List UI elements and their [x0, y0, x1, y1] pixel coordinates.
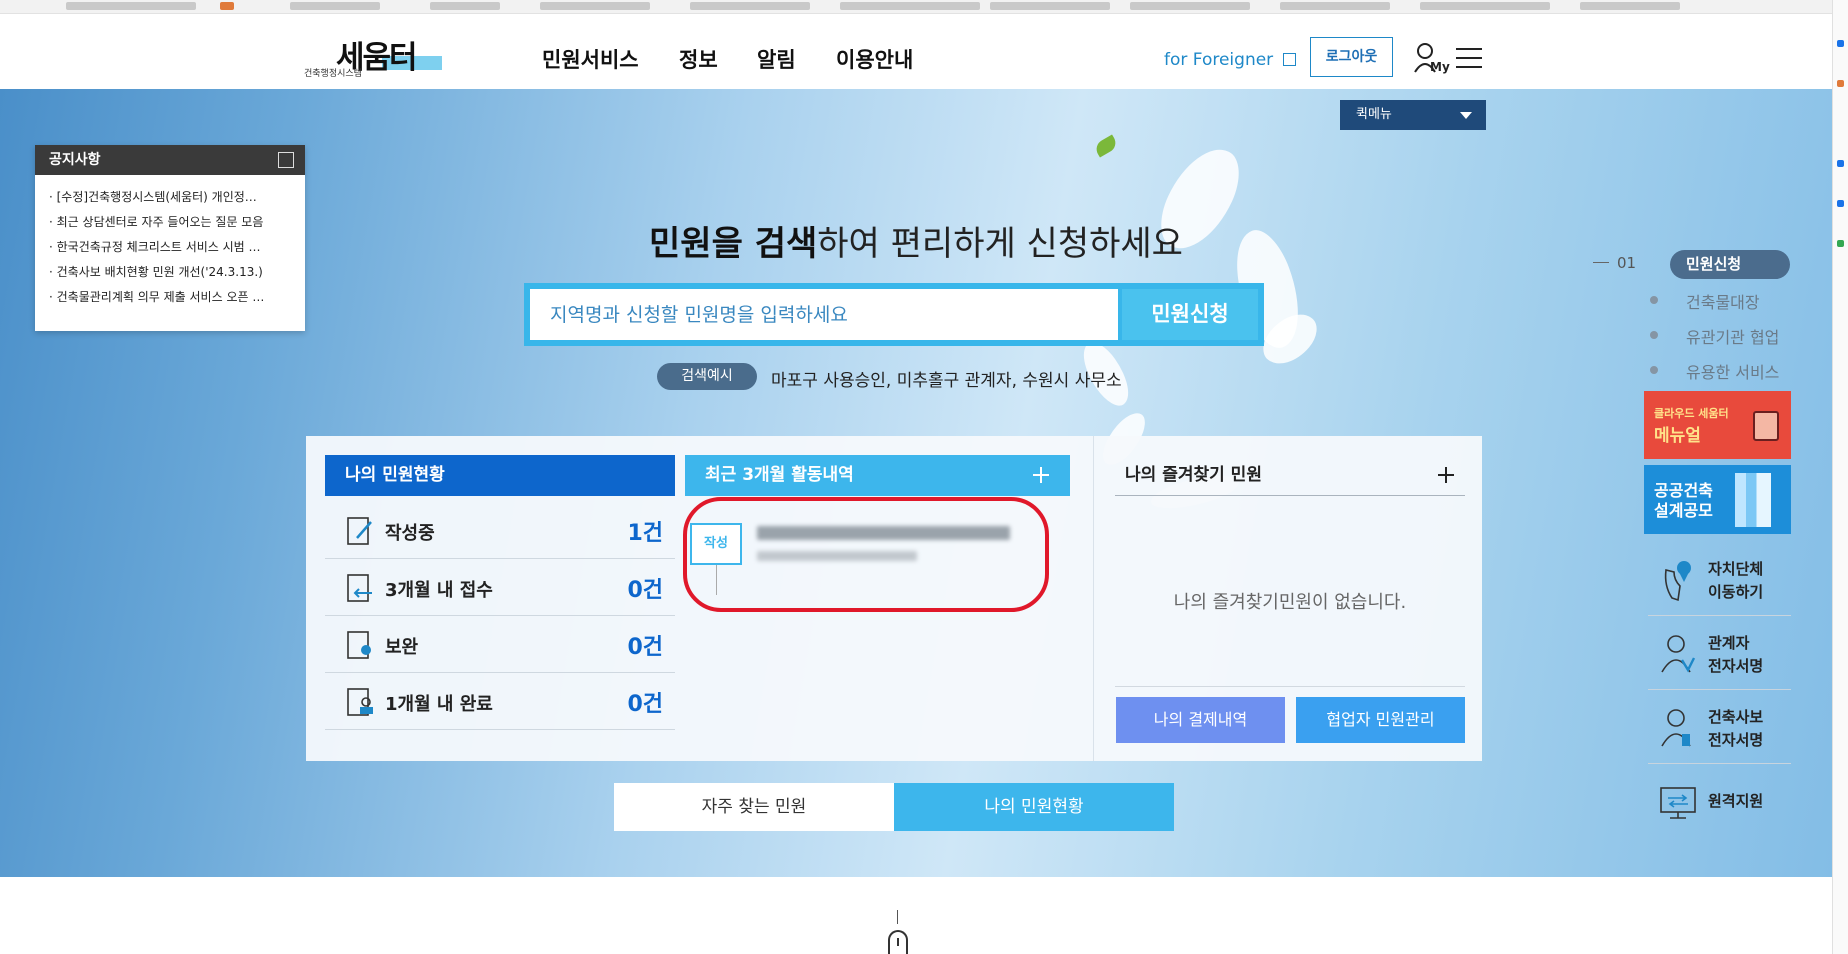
stat-value: 0건 [627, 635, 663, 660]
open-notice-icon[interactable] [278, 152, 294, 168]
stat-row-drafting[interactable]: 작성중 1건 [325, 502, 675, 559]
local-gov-link[interactable]: 자치단체이동하기 [1648, 544, 1791, 616]
cloud-manual-banner[interactable]: 클라우드 세움터 메뉴얼 [1644, 391, 1791, 459]
search-example-badge: 검색예시 [657, 363, 757, 390]
inbox-document-icon [347, 574, 372, 602]
for-foreigner-label: for Foreigner [1164, 50, 1274, 70]
search-input[interactable] [530, 289, 1118, 340]
notice-title: 공지사항 [49, 152, 101, 168]
link-line1: 건축사보 [1708, 708, 1764, 726]
recent-activity-title: 최근 3개월 활동내역 [685, 455, 1070, 496]
headline-bold: 민원을 검색 [649, 224, 818, 264]
external-link-icon [1282, 53, 1296, 66]
tab-frequent-services[interactable]: 자주 찾는 민원 [614, 783, 894, 831]
side-nav-number: 01 [1592, 254, 1637, 272]
site-header: 세움터 건축행정시스템 민원서비스 정보 알림 이용안내 for Foreign… [0, 14, 1832, 89]
browser-side-panel [1832, 0, 1848, 954]
scroll-down-icon[interactable] [888, 930, 908, 954]
building-icon [1735, 473, 1771, 527]
scroll-guide-line [897, 910, 898, 924]
stat-label: 작성중 [385, 523, 435, 544]
site-logo[interactable]: 세움터 건축행정시스템 [304, 32, 444, 82]
favorites-title: 나의 즐겨찾기 민원 [1115, 455, 1465, 496]
partner-management-button[interactable]: 협업자 민원관리 [1296, 697, 1465, 743]
public-design-banner[interactable]: 공공건축 설계공모 [1644, 465, 1791, 534]
tab-my-status[interactable]: 나의 민원현황 [894, 783, 1174, 831]
plus-icon[interactable] [1438, 467, 1454, 483]
search-example-text: 마포구 사용승인, 미추홀구 관계자, 수원시 사무소 [771, 371, 1122, 391]
link-line1: 원격지원 [1708, 792, 1764, 810]
architect-assistant-sign-link[interactable]: 건축사보전자서명 [1648, 692, 1791, 764]
nav-info[interactable]: 정보 [679, 44, 718, 74]
highlight-annotation [683, 497, 1049, 612]
my-label: My [1430, 60, 1450, 74]
my-status-title: 나의 민원현황 [325, 455, 675, 496]
stat-label: 1개월 내 완료 [385, 694, 493, 715]
stat-value: 0건 [627, 692, 663, 717]
bookmarks-bar [0, 0, 1848, 14]
my-page-icon[interactable]: My [1414, 42, 1450, 74]
map-pin-icon [1664, 561, 1691, 602]
recent-activity-label: 최근 3개월 활동내역 [705, 465, 854, 485]
stat-row-completed[interactable]: 1개월 내 완료 0건 [325, 673, 675, 730]
hamburger-menu-icon[interactable] [1456, 48, 1482, 68]
side-nav-item[interactable]: 유관기관 협업 [1649, 324, 1779, 348]
stat-value: 0건 [627, 578, 663, 603]
nav-civil-service[interactable]: 민원서비스 [542, 44, 639, 74]
link-line2: 이동하기 [1708, 583, 1764, 601]
remote-support-link[interactable]: 원격지원 [1648, 766, 1791, 838]
notice-header: 공지사항 [35, 145, 305, 175]
search-submit-button[interactable]: 민원신청 [1122, 289, 1258, 340]
quick-menu-dropdown[interactable]: 퀵메뉴 [1340, 100, 1486, 130]
favorites-label: 나의 즐겨찾기 민원 [1125, 465, 1262, 485]
monitor-icon [1660, 787, 1696, 819]
caret-down-icon [1460, 112, 1472, 119]
side-nav-item[interactable]: 유용한 서비스 [1649, 359, 1779, 383]
user-badge-icon [1661, 709, 1691, 747]
below-hero [0, 877, 1832, 954]
stat-row-received[interactable]: 3개월 내 접수 0건 [325, 559, 675, 616]
link-line2: 전자서명 [1708, 657, 1764, 675]
stakeholder-sign-link[interactable]: 관계자전자서명 [1648, 618, 1791, 690]
favorites-empty-message: 나의 즐겨찾기민원이 없습니다. [1173, 592, 1407, 613]
search-box: 민원신청 [524, 283, 1264, 346]
edit-document-icon [347, 517, 372, 545]
search-document-icon [347, 631, 371, 659]
side-nav-active[interactable]: 민원신청 [1670, 250, 1790, 279]
stamp-document-icon [347, 688, 373, 716]
link-line1: 자치단체 [1708, 560, 1764, 578]
notice-item[interactable]: · 건축물관리계획 의무 제출 서비스 오픈 … [49, 285, 295, 310]
logo-subtitle: 건축행정시스템 [304, 69, 362, 79]
plus-icon[interactable] [1033, 467, 1049, 483]
my-payment-button[interactable]: 나의 결제내역 [1116, 697, 1285, 743]
link-line2: 전자서명 [1708, 731, 1764, 749]
quick-menu-label: 퀵메뉴 [1356, 107, 1392, 122]
stat-label: 3개월 내 접수 [385, 580, 493, 601]
headline-rest: 하여 편리하게 신청하세요 [817, 224, 1183, 264]
user-sign-icon [1661, 635, 1696, 673]
stat-label: 보완 [385, 637, 419, 658]
nav-guide[interactable]: 이용안내 [836, 44, 913, 74]
side-nav-item[interactable]: 건축물대장 [1650, 289, 1760, 313]
logout-button[interactable]: 로그아웃 [1310, 37, 1393, 77]
hero-headline: 민원을 검색하여 편리하게 신청하세요 [0, 216, 1832, 265]
for-foreigner-link[interactable]: for Foreigner [1164, 50, 1296, 70]
link-line1: 관계자 [1708, 634, 1750, 652]
favorites-divider [1115, 686, 1465, 687]
stat-row-supplement[interactable]: 보완 0건 [325, 616, 675, 673]
nav-notice[interactable]: 알림 [757, 44, 796, 74]
stat-value: 1건 [627, 521, 663, 546]
manual-book-icon [1753, 411, 1779, 441]
notice-item[interactable]: · [수정]건축행정시스템(세움터) 개인정… [49, 185, 295, 210]
panel-divider [1093, 436, 1094, 761]
